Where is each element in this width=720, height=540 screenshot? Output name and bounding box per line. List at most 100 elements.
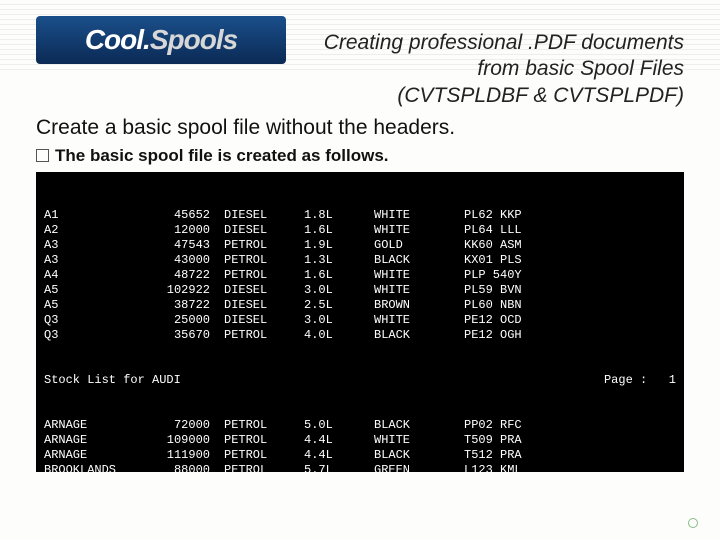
cell-c1: BROOKLANDS	[44, 463, 154, 472]
bullet-box-icon	[36, 149, 49, 162]
cell-c2: 45652	[154, 208, 224, 223]
cell-c1: ARNAGE	[44, 448, 154, 463]
cell-c2: 111900	[154, 448, 224, 463]
cell-c1: Q3	[44, 313, 154, 328]
cell-c4: 3.0L	[304, 283, 374, 298]
cell-c5: BLACK	[374, 448, 464, 463]
cell-c2: 35670	[154, 328, 224, 343]
separator-row: Stock List for AUDI Page : 1	[44, 373, 676, 388]
cell-c4: 1.8L	[304, 208, 374, 223]
cell-c4: 2.5L	[304, 298, 374, 313]
cell-c3: DIESEL	[224, 223, 304, 238]
cell-c2: 47543	[154, 238, 224, 253]
cell-c5: BLACK	[374, 328, 464, 343]
bullet-line: The basic spool file is created as follo…	[36, 146, 389, 166]
table-row: A448722PETROL1.6LWHITEPLP 540Y	[44, 268, 676, 283]
cell-c5: WHITE	[374, 313, 464, 328]
bullet-text: The basic spool file is created as follo…	[55, 146, 389, 165]
table-row: BROOKLANDS88000PETROL5.7LGREENL123 KML	[44, 463, 676, 472]
cell-c4: 4.0L	[304, 328, 374, 343]
cell-c3: PETROL	[224, 433, 304, 448]
cell-c6: L123 KML	[464, 463, 564, 472]
cell-c2: 43000	[154, 253, 224, 268]
cell-c3: DIESEL	[224, 283, 304, 298]
table-row: A347543PETROL1.9LGOLDKK60 ASM	[44, 238, 676, 253]
cell-c1: A5	[44, 298, 154, 313]
table-row: A538722DIESEL2.5LBROWNPL60 NBN	[44, 298, 676, 313]
logo-text-1: Cool.	[85, 24, 150, 56]
cell-c5: GREEN	[374, 463, 464, 472]
separator-left: Stock List for AUDI	[44, 373, 181, 388]
title-line-2: from basic Spool Files	[324, 56, 684, 82]
table-row: Q325000DIESEL3.0LWHITEPE12 OCD	[44, 313, 676, 328]
title-line-3: (CVTSPLDBF & CVTSPLPDF)	[324, 83, 684, 109]
cell-c4: 1.6L	[304, 223, 374, 238]
cell-c2: 48722	[154, 268, 224, 283]
cell-c3: PETROL	[224, 268, 304, 283]
cell-c5: BROWN	[374, 298, 464, 313]
cell-c4: 1.9L	[304, 238, 374, 253]
title-line-1: Creating professional .PDF documents	[324, 30, 684, 56]
corner-decoration-icon	[688, 518, 698, 528]
cell-c2: 12000	[154, 223, 224, 238]
terminal-spool-output: A145652DIESEL1.8LWHITEPL62 KKPA212000DIE…	[36, 172, 684, 472]
cell-c3: DIESEL	[224, 208, 304, 223]
cell-c6: T512 PRA	[464, 448, 564, 463]
cell-c3: DIESEL	[224, 313, 304, 328]
coolspools-logo: Cool.Spools	[36, 16, 286, 64]
cell-c3: PETROL	[224, 238, 304, 253]
cell-c6: PL64 LLL	[464, 223, 564, 238]
cell-c1: ARNAGE	[44, 433, 154, 448]
cell-c6: KX01 PLS	[464, 253, 564, 268]
cell-c3: PETROL	[224, 448, 304, 463]
cell-c1: ARNAGE	[44, 418, 154, 433]
cell-c1: A3	[44, 253, 154, 268]
cell-c6: PL59 BVN	[464, 283, 564, 298]
cell-c5: WHITE	[374, 283, 464, 298]
cell-c6: KK60 ASM	[464, 238, 564, 253]
cell-c5: WHITE	[374, 268, 464, 283]
cell-c6: PL62 KKP	[464, 208, 564, 223]
cell-c2: 88000	[154, 463, 224, 472]
cell-c4: 5.7L	[304, 463, 374, 472]
cell-c4: 1.6L	[304, 268, 374, 283]
cell-c5: WHITE	[374, 208, 464, 223]
cell-c5: BLACK	[374, 253, 464, 268]
table-row: A5102922DIESEL3.0LWHITEPL59 BVN	[44, 283, 676, 298]
cell-c4: 4.4L	[304, 448, 374, 463]
cell-c1: A3	[44, 238, 154, 253]
cell-c5: GOLD	[374, 238, 464, 253]
cell-c6: PP02 RFC	[464, 418, 564, 433]
cell-c5: WHITE	[374, 223, 464, 238]
cell-c2: 72000	[154, 418, 224, 433]
logo-text-2: Spools	[150, 24, 237, 56]
cell-c3: PETROL	[224, 328, 304, 343]
table-row: ARNAGE72000PETROL5.0LBLACKPP02 RFC	[44, 418, 676, 433]
separator-right: Page : 1	[604, 373, 676, 388]
cell-c6: PE12 OCD	[464, 313, 564, 328]
cell-c3: PETROL	[224, 463, 304, 472]
cell-c4: 4.4L	[304, 433, 374, 448]
table-row: ARNAGE109000PETROL4.4LWHITET509 PRA	[44, 433, 676, 448]
cell-c2: 102922	[154, 283, 224, 298]
cell-c1: A4	[44, 268, 154, 283]
table-row: A212000DIESEL1.6LWHITEPL64 LLL	[44, 223, 676, 238]
cell-c6: PE12 OGH	[464, 328, 564, 343]
cell-c6: T509 PRA	[464, 433, 564, 448]
cell-c6: PL60 NBN	[464, 298, 564, 313]
cell-c1: A5	[44, 283, 154, 298]
table-row: Q335670PETROL4.0LBLACKPE12 OGH	[44, 328, 676, 343]
cell-c1: A2	[44, 223, 154, 238]
table-row: ARNAGE111900PETROL4.4LBLACKT512 PRA	[44, 448, 676, 463]
slide-title: Creating professional .PDF documents fro…	[324, 30, 684, 109]
cell-c3: DIESEL	[224, 298, 304, 313]
cell-c2: 109000	[154, 433, 224, 448]
cell-c1: Q3	[44, 328, 154, 343]
cell-c2: 38722	[154, 298, 224, 313]
cell-c2: 25000	[154, 313, 224, 328]
slide-subtitle: Create a basic spool file without the he…	[36, 116, 684, 140]
table-row: A343000PETROL1.3LBLACKKX01 PLS	[44, 253, 676, 268]
cell-c4: 1.3L	[304, 253, 374, 268]
cell-c3: PETROL	[224, 253, 304, 268]
cell-c5: BLACK	[374, 418, 464, 433]
